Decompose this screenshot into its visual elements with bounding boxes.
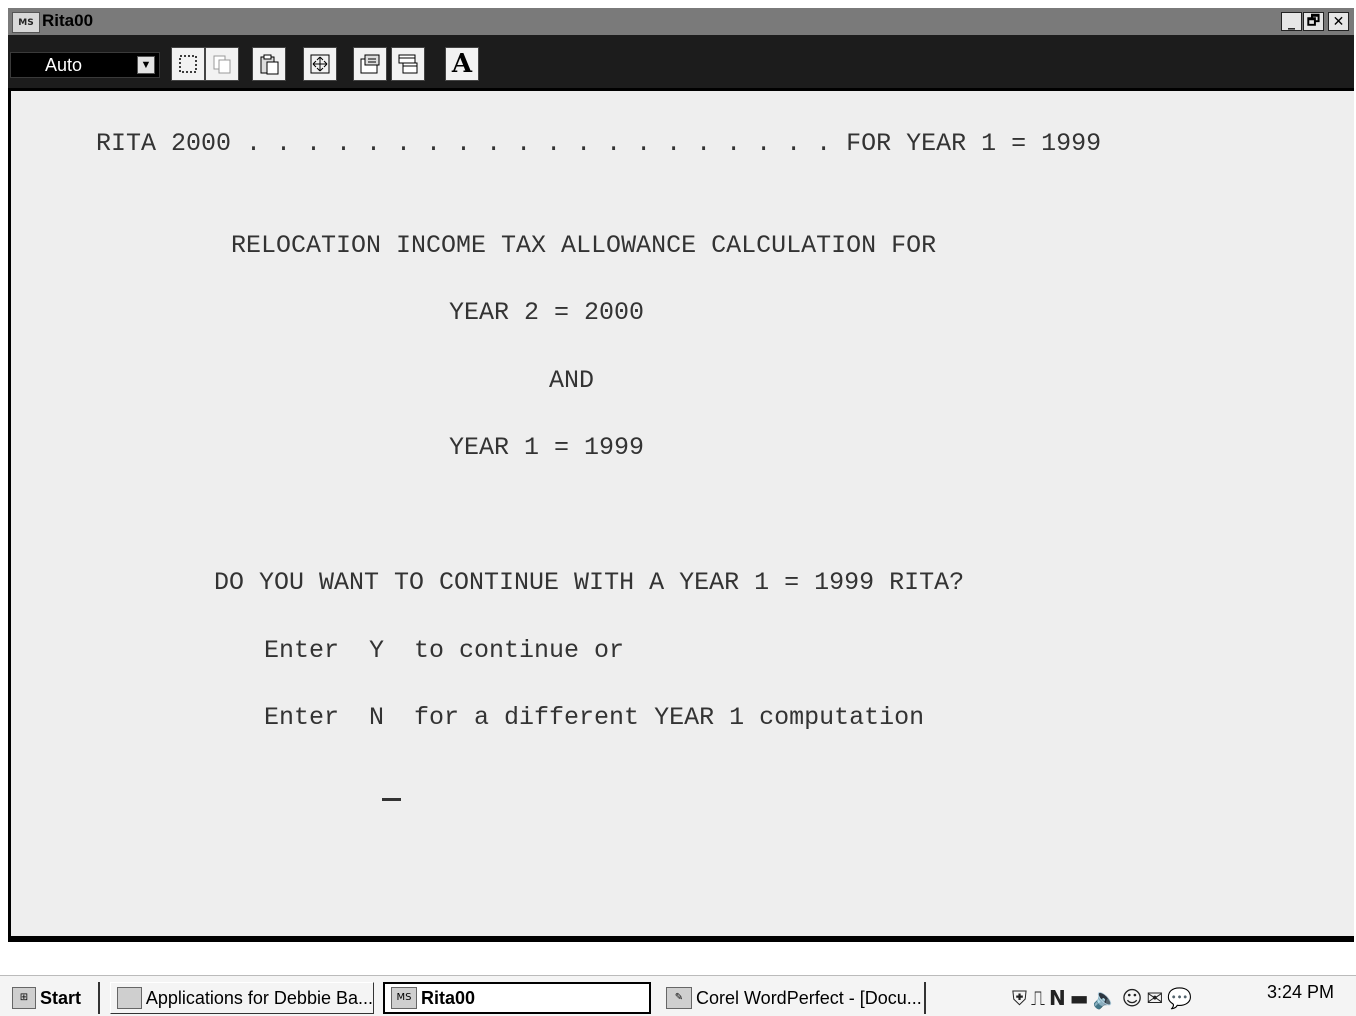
font-button[interactable]: A xyxy=(445,47,479,81)
mark-button[interactable] xyxy=(171,47,205,81)
taskbar-item-label: Rita00 xyxy=(421,987,476,1008)
properties-icon xyxy=(360,54,380,74)
maximize-button[interactable]: 🗗 xyxy=(1303,12,1324,31)
clock[interactable]: 3:24 PM xyxy=(1267,982,1334,1003)
paste-button[interactable] xyxy=(252,47,286,81)
properties-button[interactable] xyxy=(353,47,387,81)
header-line: RITA 2000 . . . . . . . . . . . . . . . … xyxy=(96,129,1102,158)
mail-icon[interactable]: ✉ xyxy=(1146,986,1163,1010)
wordperfect-icon: ✎ xyxy=(666,987,692,1009)
window-title: Rita00 xyxy=(42,11,94,30)
taskbar-item-applications[interactable]: Applications for Debbie Ba... xyxy=(110,982,374,1014)
option-n-line: Enter N for a different YEAR 1 computati… xyxy=(264,703,925,732)
title-bar[interactable]: MS Rita00 _ 🗗 ✕ xyxy=(8,8,1354,35)
taskbar-item-label: Applications for Debbie Ba... xyxy=(145,987,373,1008)
mark-icon xyxy=(179,55,197,73)
start-label: Start xyxy=(40,987,82,1008)
3com-icon[interactable]: ▬ xyxy=(1070,986,1089,1010)
paste-icon xyxy=(260,54,279,75)
text-cursor xyxy=(382,798,401,801)
font-size-select[interactable]: Auto ▼ xyxy=(10,52,160,78)
option-y-line: Enter Y to continue or xyxy=(264,636,625,665)
font-size-value: Auto xyxy=(45,55,83,75)
fullscreen-icon xyxy=(310,54,330,74)
ms-dos-icon: MS xyxy=(391,987,417,1009)
console-screen[interactable]: RITA 2000 . . . . . . . . . . . . . . . … xyxy=(11,91,1354,936)
chevron-down-icon[interactable]: ▼ xyxy=(137,56,155,74)
heading-line: RELOCATION INCOME TAX ALLOWANCE CALCULAT… xyxy=(231,231,937,260)
shield-icon[interactable]: ⛨ xyxy=(1012,986,1027,1010)
speaker-icon[interactable]: 🔈 xyxy=(1093,986,1118,1010)
close-button[interactable]: ✕ xyxy=(1328,12,1349,31)
taskbar: ⊞ Start Applications for Debbie Ba... MS… xyxy=(0,975,1356,1016)
taskbar-item-corel-wordperfect[interactable]: ✎ Corel WordPerfect - [Docu... xyxy=(660,982,926,1014)
ms-dos-icon[interactable]: MS xyxy=(12,12,40,33)
dos-window: MS Rita00 _ 🗗 ✕ Auto ▼ A RITA 2000 . . .… xyxy=(8,8,1354,942)
folder-icon xyxy=(117,987,142,1009)
year-2-line: YEAR 2 = 2000 xyxy=(449,298,645,327)
taskbar-item-label: Corel WordPerfect - [Docu... xyxy=(696,987,922,1008)
taskbar-item-rita00[interactable]: MS Rita00 xyxy=(383,982,651,1014)
year-1-line: YEAR 1 = 1999 xyxy=(449,433,645,462)
copy-button[interactable] xyxy=(205,47,239,81)
network-icon[interactable]: ⎍ xyxy=(1031,986,1045,1010)
question-line: DO YOU WANT TO CONTINUE WITH A YEAR 1 = … xyxy=(214,568,965,597)
background-button[interactable] xyxy=(391,47,425,81)
fullscreen-button[interactable] xyxy=(303,47,337,81)
windows-logo-icon: ⊞ xyxy=(12,987,36,1009)
and-line: AND xyxy=(549,366,595,395)
user-icon[interactable]: ☺ xyxy=(1122,986,1143,1010)
n-icon[interactable]: N xyxy=(1049,986,1066,1010)
background-icon xyxy=(398,54,418,74)
toolbar: Auto ▼ A xyxy=(8,35,1354,88)
start-button[interactable]: ⊞ Start xyxy=(6,982,100,1014)
copy-icon xyxy=(213,55,231,74)
minimize-button[interactable]: _ xyxy=(1281,12,1302,31)
font-icon: A xyxy=(451,49,473,79)
chat-icon[interactable]: 💬 xyxy=(1167,986,1192,1010)
